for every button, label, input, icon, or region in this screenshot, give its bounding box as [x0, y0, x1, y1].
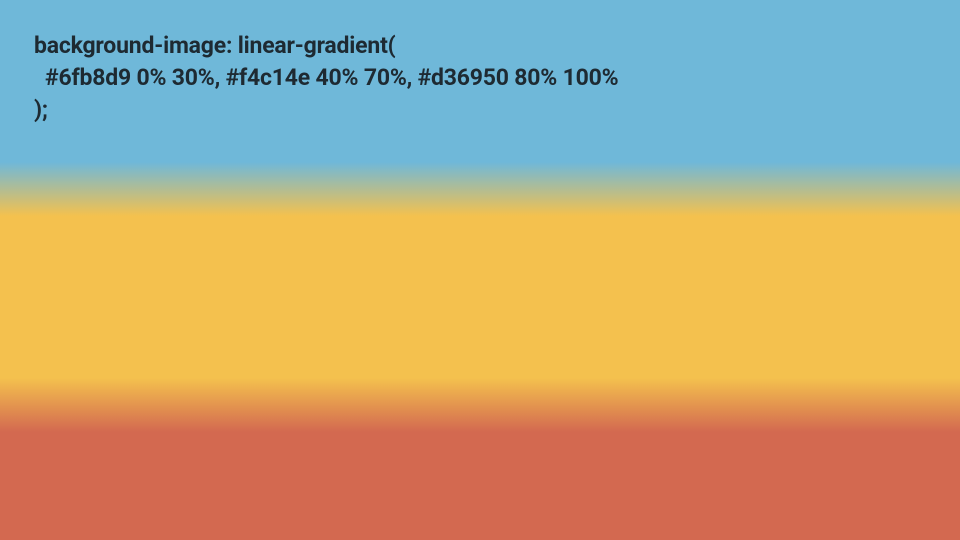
css-code-snippet: background-image: linear-gradient( #6fb8…: [0, 0, 960, 157]
code-line-1: background-image: linear-gradient(: [34, 32, 396, 59]
code-line-3: );: [34, 96, 48, 123]
code-line-2: #6fb8d9 0% 30%, #f4c14e 40% 70%, #d36950…: [34, 64, 618, 91]
